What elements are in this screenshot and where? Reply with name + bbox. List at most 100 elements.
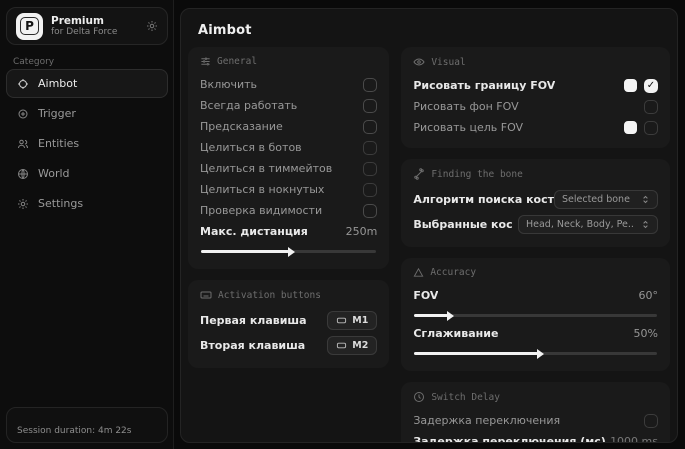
checkbox-draw-fov-border[interactable]: ✓ xyxy=(644,79,658,93)
license-subtitle: for Delta Force xyxy=(51,27,138,37)
category-label: Category xyxy=(13,57,54,67)
section-title: Accuracy xyxy=(430,267,476,278)
checkbox-visibility-check[interactable] xyxy=(363,204,377,218)
checkbox-draw-fov-background[interactable] xyxy=(644,100,658,114)
checkbox-enable[interactable] xyxy=(363,78,377,92)
section-title: General xyxy=(217,56,257,67)
mouse-icon xyxy=(336,315,347,326)
slider-value: 50% xyxy=(634,327,658,340)
sliders-icon xyxy=(200,56,211,67)
sidebar-item-label: Trigger xyxy=(38,107,76,120)
checkbox-prediction[interactable] xyxy=(363,120,377,134)
toggle-label: Целиться в нокнутых xyxy=(200,183,324,196)
checkbox-target-knocked[interactable] xyxy=(363,183,377,197)
fov-slider[interactable] xyxy=(414,314,657,317)
toggle-label: Целиться в ботов xyxy=(200,141,302,154)
checkbox-draw-fov-target[interactable] xyxy=(644,121,658,135)
toggle-label: Всегда работать xyxy=(200,99,297,112)
crosshair-icon xyxy=(17,78,29,90)
slider-label: Сглаживание xyxy=(413,327,498,340)
sidebar-item-label: Settings xyxy=(38,197,83,210)
sidebar-item-settings[interactable]: Settings xyxy=(6,189,168,218)
slider-label: FOV xyxy=(413,289,438,302)
toggle-label: Рисовать цель FOV xyxy=(413,121,523,134)
keybind-button-m2[interactable]: M2 xyxy=(327,336,377,355)
slider-thumb[interactable] xyxy=(537,349,544,359)
logo-letter: P xyxy=(20,17,39,35)
toggle-label: Рисовать границу FOV xyxy=(413,79,555,92)
sidebar: P Premium for Delta Force Category Aimbo… xyxy=(0,0,174,449)
toggle-label: Задержка переключения xyxy=(413,414,560,427)
section-activation-buttons: Activation buttons Первая клавиша M1 Вто… xyxy=(188,280,389,368)
trigger-icon xyxy=(17,108,29,120)
globe-icon xyxy=(17,168,29,180)
sidebar-nav: Aimbot Trigger Entities World Settings xyxy=(6,69,168,218)
section-title: Finding the bone xyxy=(431,169,523,180)
sidebar-item-label: Aimbot xyxy=(38,77,77,90)
main-panel: Aimbot General Включить Всегда работать … xyxy=(180,8,678,443)
app-logo: P xyxy=(16,13,43,40)
slider-value: 1000 ms xyxy=(610,435,658,443)
slider-value: 60° xyxy=(639,289,659,302)
section-title: Activation buttons xyxy=(218,290,321,301)
mouse-icon xyxy=(336,340,347,351)
toggle-label: Рисовать фон FOV xyxy=(413,100,518,113)
section-finding-the-bone: Finding the bone Алгоритм поиска кост Se… xyxy=(401,159,670,247)
dropdown-label: Алгоритм поиска кост xyxy=(413,193,554,206)
dropdown-value: Head, Neck, Body, Pe.. xyxy=(526,219,634,230)
dropdown-label: Выбранные кос xyxy=(413,218,512,231)
sidebar-item-aimbot[interactable]: Aimbot xyxy=(6,69,168,98)
toggle-label: Включить xyxy=(200,78,257,91)
section-title: Switch Delay xyxy=(431,392,500,403)
color-swatch[interactable] xyxy=(624,121,637,134)
keyboard-icon xyxy=(200,289,212,301)
sidebar-item-label: World xyxy=(38,167,70,180)
sidebar-item-entities[interactable]: Entities xyxy=(6,129,168,158)
checkbox-always-work[interactable] xyxy=(363,99,377,113)
session-box: Session duration: 4m 22s xyxy=(6,407,168,443)
gear-icon[interactable] xyxy=(146,20,158,32)
chevron-updown-icon xyxy=(641,220,650,229)
section-visual: Visual Рисовать границу FOV ✓ Рисовать ф… xyxy=(401,47,670,148)
session-duration: Session duration: 4m 22s xyxy=(17,426,131,436)
section-accuracy: Accuracy FOV 60° Сглаживание 50% xyxy=(401,258,670,371)
keybind-value: M1 xyxy=(352,315,368,326)
keybind-button-m1[interactable]: M1 xyxy=(327,311,377,330)
bone-icon xyxy=(413,168,425,180)
clock-icon xyxy=(413,391,425,403)
selected-bones-select[interactable]: Head, Neck, Body, Pe.. xyxy=(518,215,658,234)
slider-thumb[interactable] xyxy=(447,311,454,321)
triangle-icon xyxy=(413,267,424,278)
smoothing-slider[interactable] xyxy=(414,352,657,355)
section-general: General Включить Всегда работать Предска… xyxy=(188,47,389,269)
section-switch-delay: Switch Delay Задержка переключения Задер… xyxy=(401,382,670,443)
gear-icon xyxy=(17,198,29,210)
dropdown-value: Selected bone xyxy=(562,194,630,205)
section-title: Visual xyxy=(431,57,465,68)
color-swatch[interactable] xyxy=(624,79,637,92)
keybind-label: Вторая клавиша xyxy=(200,339,305,352)
checkbox-target-bots[interactable] xyxy=(363,141,377,155)
keybind-label: Первая клавиша xyxy=(200,314,307,327)
entities-icon xyxy=(17,138,29,150)
toggle-label: Проверка видимости xyxy=(200,204,322,217)
sidebar-item-label: Entities xyxy=(38,137,79,150)
keybind-value: M2 xyxy=(352,340,368,351)
slider-thumb[interactable] xyxy=(288,247,295,257)
max-distance-slider[interactable] xyxy=(201,250,376,253)
checkbox-switch-delay[interactable] xyxy=(644,414,658,428)
eye-icon xyxy=(413,56,425,68)
slider-label: Макс. дистанция xyxy=(200,225,308,238)
checkbox-target-teammates[interactable] xyxy=(363,162,377,176)
license-title: Premium xyxy=(51,15,138,27)
sidebar-item-trigger[interactable]: Trigger xyxy=(6,99,168,128)
page-title: Aimbot xyxy=(198,23,252,38)
slider-value: 250m xyxy=(346,225,378,238)
sidebar-item-world[interactable]: World xyxy=(6,159,168,188)
chevron-updown-icon xyxy=(641,195,650,204)
toggle-label: Целиться в тиммейтов xyxy=(200,162,332,175)
slider-label: Задержка переключения (мс) xyxy=(413,435,606,443)
license-card: P Premium for Delta Force xyxy=(6,7,168,45)
toggle-label: Предсказание xyxy=(200,120,283,133)
bone-algorithm-select[interactable]: Selected bone xyxy=(554,190,658,209)
